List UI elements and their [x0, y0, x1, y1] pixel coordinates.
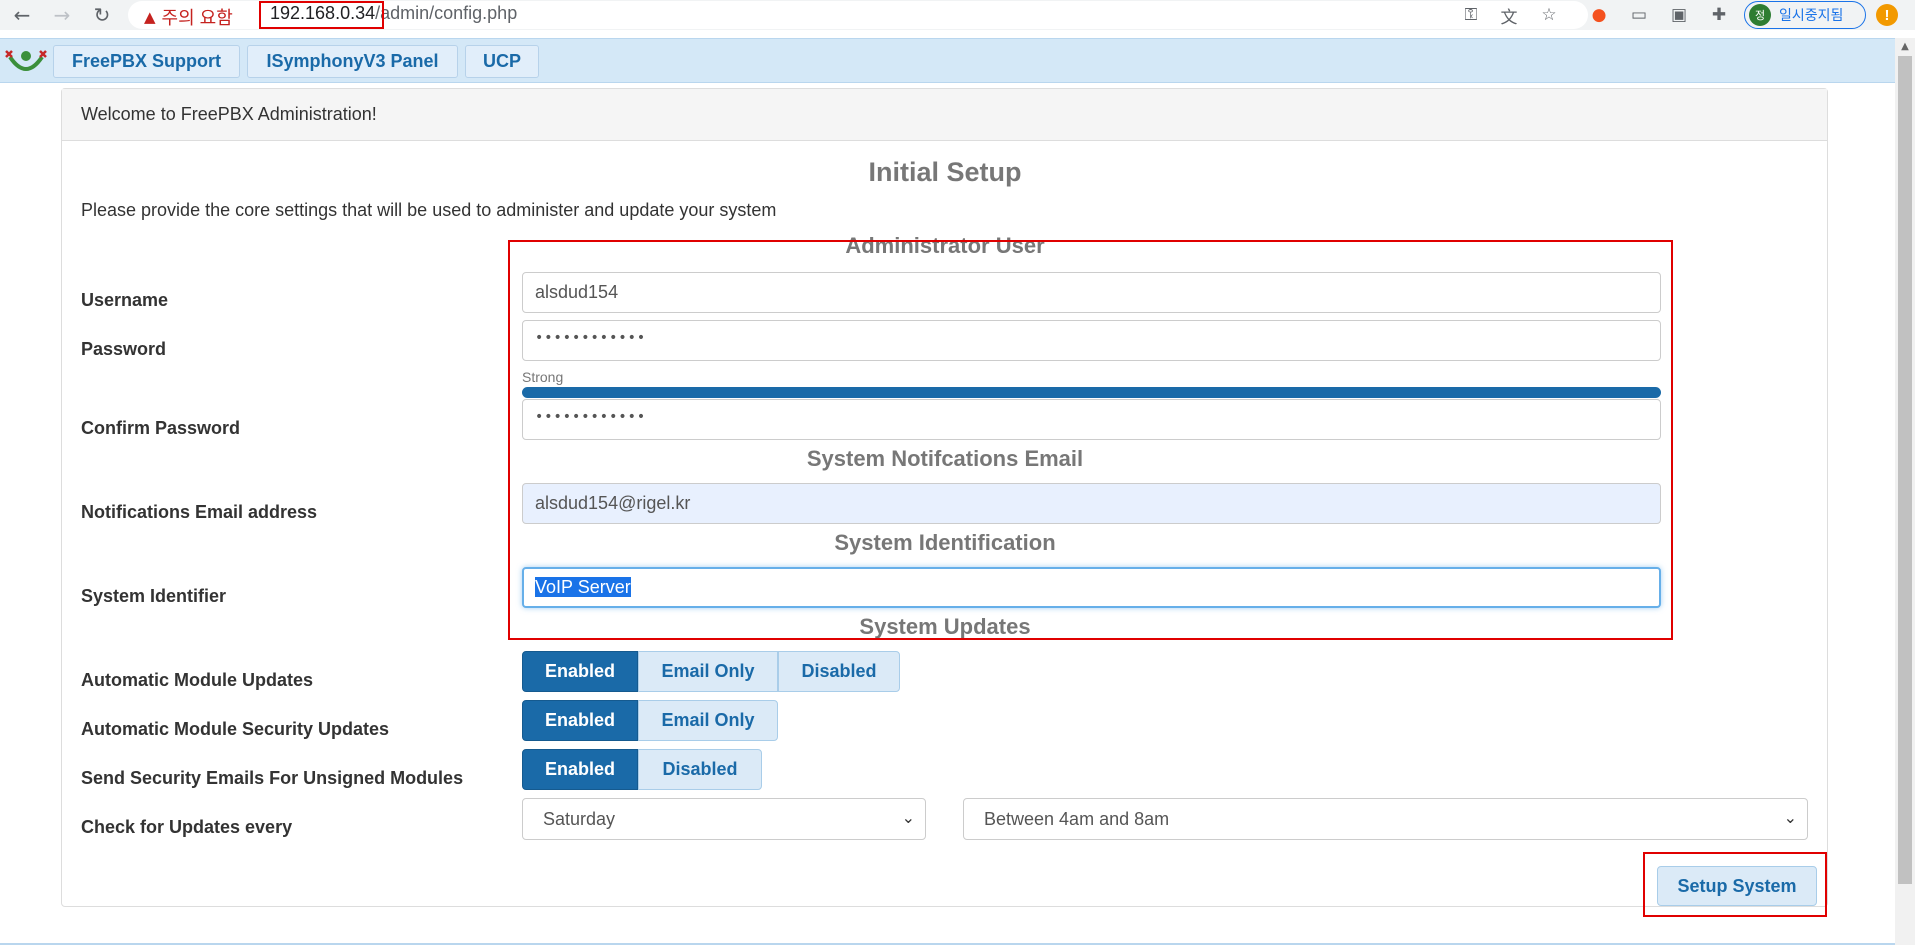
unsigned-disabled[interactable]: Disabled [638, 749, 762, 790]
confirm-password-input[interactable]: •••••••••••• [522, 399, 1661, 440]
browser-toolbar: ← → ↻ ▲ 주의 요함 192.168.0.34/admin/config.… [0, 0, 1915, 30]
translate-icon[interactable]: 文 [1497, 3, 1521, 28]
auto-module-disabled[interactable]: Disabled [778, 651, 900, 692]
url-highlight-box [259, 1, 384, 29]
auto-module-enabled[interactable]: Enabled [522, 651, 638, 692]
auto-security-label: Automatic Module Security Updates [81, 719, 390, 739]
password-strength-bar [522, 387, 1661, 398]
extension-screen-icon[interactable]: ▭ [1627, 3, 1651, 27]
puzzle-icon[interactable]: ✚ [1707, 3, 1731, 27]
setup-system-button[interactable]: Setup System [1657, 866, 1817, 906]
section-updates: System Updates [859, 614, 1031, 639]
identifier-label: System Identifier [81, 586, 227, 606]
auto-module-label: Automatic Module Updates [81, 670, 314, 690]
avatar: 정 [1749, 4, 1771, 26]
unsigned-toggle: Enabled Disabled [522, 749, 762, 790]
section-notifications: System Notifcations Email [806, 446, 1084, 471]
auto-security-toggle: Enabled Email Only [522, 700, 778, 741]
password-strength-label: Strong [522, 369, 564, 385]
auto-security-enabled[interactable]: Enabled [522, 700, 638, 741]
section-admin-user: Administrator User [845, 233, 1045, 258]
section-identification: System Identification [834, 530, 1056, 555]
unsigned-label: Send Security Emails For Unsigned Module… [81, 768, 464, 788]
check-day-value: Saturday [543, 809, 616, 829]
security-warning-text: 주의 요함 [161, 8, 233, 28]
username-input[interactable]: alsdud154 [522, 272, 1661, 313]
forward-arrow-icon[interactable]: → [49, 2, 75, 28]
url-path: /admin/config.php [375, 3, 518, 23]
password-label: Password [81, 339, 167, 359]
email-label: Notifications Email address [81, 502, 318, 522]
chevron-down-icon: ⌄ [1783, 808, 1797, 827]
extension-image-icon[interactable]: ▣ [1667, 3, 1691, 27]
check-time-value: Between 4am and 8am [984, 809, 1170, 829]
scroll-thumb[interactable] [1898, 56, 1912, 884]
confirm-password-label: Confirm Password [81, 418, 241, 438]
extension-orange-icon[interactable]: ● [1587, 3, 1611, 27]
freepbx-logo-icon[interactable] [4, 47, 48, 75]
chevron-down-icon: ⌄ [901, 808, 915, 827]
scrollbar[interactable]: ▲ [1895, 38, 1915, 945]
tab-isymphony-panel[interactable]: ISymphonyV3 Panel [247, 45, 458, 78]
auto-module-email-only[interactable]: Email Only [638, 651, 778, 692]
username-label: Username [81, 290, 169, 310]
email-input[interactable]: alsdud154@rigel.kr [522, 483, 1661, 524]
tab-freepbx-support[interactable]: FreePBX Support [53, 45, 240, 78]
auto-module-toggle: Enabled Email Only Disabled [522, 651, 900, 692]
intro-text: Please provide the core settings that wi… [81, 200, 777, 220]
scroll-up-icon[interactable]: ▲ [1899, 41, 1911, 53]
tab-ucp[interactable]: UCP [465, 45, 539, 78]
app-navbar: FreePBX Support ISymphonyV3 Panel UCP [0, 38, 1895, 83]
check-time-select[interactable]: Between 4am and 8am ⌄ [963, 798, 1808, 840]
reload-icon[interactable]: ↻ [89, 2, 115, 28]
key-icon[interactable]: ⚿ [1459, 3, 1483, 27]
selected-text: VoIP Server [535, 577, 631, 597]
password-input[interactable]: •••••••••••• [522, 320, 1661, 361]
security-warning[interactable]: ▲ 주의 요함 [144, 4, 233, 30]
page-title: Initial Setup [868, 157, 1022, 187]
star-icon[interactable]: ☆ [1537, 3, 1561, 27]
panel-heading: Welcome to FreePBX Administration! [62, 89, 1827, 141]
check-updates-label: Check for Updates every [81, 817, 293, 837]
auto-security-email-only[interactable]: Email Only [638, 700, 778, 741]
warning-triangle-icon: ▲ [144, 8, 156, 26]
profile-status: 일시중지됨 [1779, 7, 1844, 23]
back-arrow-icon[interactable]: ← [9, 2, 35, 28]
unsigned-enabled[interactable]: Enabled [522, 749, 638, 790]
check-day-select[interactable]: Saturday ⌄ [522, 798, 926, 840]
system-identifier-input[interactable]: VoIP Server [522, 567, 1661, 608]
profile-button[interactable]: 정 일시중지됨 [1744, 1, 1866, 29]
update-alert-icon[interactable]: ! [1876, 4, 1898, 26]
